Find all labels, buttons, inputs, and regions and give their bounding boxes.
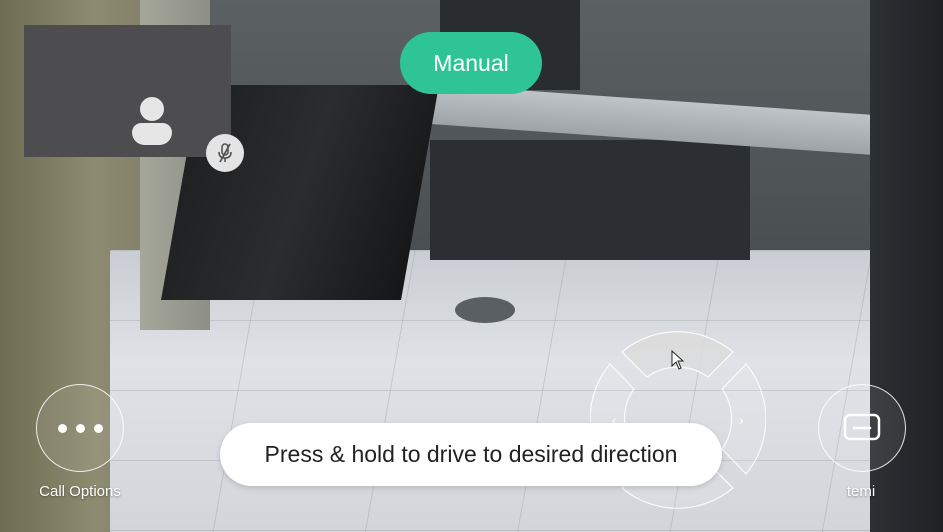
mic-muted-icon[interactable] [206,134,244,172]
temi-label: temi [846,483,876,500]
mouse-cursor-icon [671,350,685,370]
drive-mode-label: Manual [433,49,509,76]
temi-robot-icon [843,413,881,441]
drive-hint-toast: Press & hold to drive to desired directi… [220,423,722,486]
self-view-window[interactable] [24,25,244,172]
right-chevron-icon: › [739,412,744,428]
drive-hint-text: Press & hold to drive to desired directi… [264,441,678,467]
scene-floor-drain [455,297,515,323]
arrow-right-segment[interactable] [721,363,766,475]
drive-mode-toggle[interactable]: Manual [400,32,542,94]
call-options-button[interactable] [36,384,124,472]
user-silhouette-icon [132,97,172,147]
more-dots-icon [57,423,103,433]
call-options-label: Call Options [39,483,121,500]
scene-desk-shadow [430,140,750,260]
temi-button[interactable] [818,384,906,472]
